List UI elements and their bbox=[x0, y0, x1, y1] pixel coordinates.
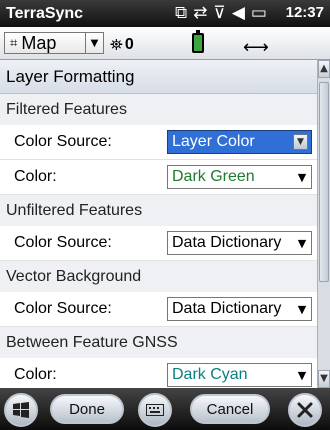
close-button[interactable] bbox=[288, 393, 322, 427]
status-icons: ⧉ ⇄ ⊽ ◀ ▭ bbox=[175, 3, 267, 23]
satellite-status[interactable]: ⛯ 0 bbox=[110, 35, 134, 55]
color-select[interactable]: Data Dictionary ▼ bbox=[167, 231, 312, 255]
select-value: Layer Color bbox=[172, 133, 255, 150]
toolbar: ⌗ Map ▼ ⛯ 0 ⟷ bbox=[0, 27, 330, 60]
close-icon bbox=[297, 402, 313, 418]
chevron-down-icon[interactable]: ▼ bbox=[293, 171, 311, 184]
color-select[interactable]: Data Dictionary ▼ bbox=[167, 297, 312, 321]
form-row: Color: Dark Cyan ▼ bbox=[0, 358, 317, 388]
field-label: Color Source: bbox=[14, 300, 112, 317]
double-arrow-icon[interactable]: ⟷ bbox=[243, 37, 269, 58]
form-row: Color Source: Data Dictionary ▼ bbox=[0, 226, 317, 261]
scroll-thumb[interactable] bbox=[319, 82, 329, 282]
sync-icon[interactable]: ⇄ bbox=[193, 3, 207, 23]
bottom-bar: Done Cancel bbox=[0, 388, 330, 430]
network-icon[interactable]: ⧉ bbox=[175, 3, 187, 23]
satellite-icon: ⛯ bbox=[110, 35, 123, 54]
field-label: Color: bbox=[14, 366, 57, 383]
select-value: Dark Green bbox=[172, 168, 255, 185]
section-header: Unfiltered Features bbox=[0, 195, 317, 226]
section-header: Vector Background bbox=[0, 261, 317, 292]
color-select[interactable]: Dark Cyan ▼ bbox=[167, 363, 312, 387]
keyboard-button[interactable] bbox=[138, 393, 172, 427]
map-dropdown[interactable]: ⌗ Map ▼ bbox=[4, 32, 104, 54]
title-bar: TerraSync ⧉ ⇄ ⊽ ◀ ▭ 12:37 bbox=[0, 0, 330, 27]
chevron-down-icon[interactable]: ▼ bbox=[293, 134, 308, 150]
windows-start-button[interactable] bbox=[4, 393, 38, 427]
section-header: Filtered Features bbox=[0, 94, 317, 125]
scroll-up-icon[interactable]: ▲ bbox=[318, 60, 330, 78]
map-grid-icon: ⌗ bbox=[10, 35, 18, 51]
select-value: Data Dictionary bbox=[172, 234, 282, 251]
page-title: Layer Formatting bbox=[0, 60, 317, 94]
scroll-down-icon[interactable]: ▼ bbox=[318, 370, 330, 388]
map-label: Map bbox=[21, 32, 57, 53]
vertical-scrollbar[interactable]: ▲ ▼ bbox=[317, 60, 330, 388]
clock[interactable]: 12:37 bbox=[286, 4, 324, 21]
app-name: TerraSync bbox=[6, 4, 84, 22]
select-value: Data Dictionary bbox=[172, 300, 282, 317]
keyboard-icon bbox=[146, 404, 164, 416]
chevron-down-icon[interactable]: ▼ bbox=[293, 369, 311, 382]
field-label: Color Source: bbox=[14, 234, 112, 251]
form-row: Color Source: Layer Color ▼ bbox=[0, 125, 317, 160]
windows-start-icon bbox=[13, 402, 29, 418]
field-label: Color Source: bbox=[14, 133, 112, 150]
color-select[interactable]: Dark Green ▼ bbox=[167, 165, 312, 189]
sections-container: Filtered Features Color Source: Layer Colo… bbox=[0, 94, 317, 388]
battery-status-icon[interactable]: ▭ bbox=[251, 3, 267, 23]
volume-icon[interactable]: ◀ bbox=[232, 3, 245, 23]
chevron-down-icon[interactable]: ▼ bbox=[293, 237, 311, 250]
done-button[interactable]: Done bbox=[50, 394, 124, 424]
signal-icon[interactable]: ⊽ bbox=[213, 3, 225, 23]
form-row: Color: Dark Green ▼ bbox=[0, 160, 317, 195]
select-value: Dark Cyan bbox=[172, 366, 248, 383]
cancel-button[interactable]: Cancel bbox=[190, 394, 270, 424]
satellite-count: 0 bbox=[124, 36, 134, 53]
section-header: Between Feature GNSS bbox=[0, 327, 317, 358]
battery-icon[interactable] bbox=[192, 30, 204, 53]
field-label: Color: bbox=[14, 168, 57, 185]
layer-formatting-form: Layer Formatting Filtered Features Color … bbox=[0, 60, 317, 388]
chevron-down-icon[interactable]: ▼ bbox=[293, 303, 311, 316]
form-row: Color Source: Data Dictionary ▼ bbox=[0, 292, 317, 327]
color-select[interactable]: Layer Color ▼ bbox=[167, 130, 312, 154]
chevron-down-icon[interactable]: ▼ bbox=[85, 33, 103, 53]
